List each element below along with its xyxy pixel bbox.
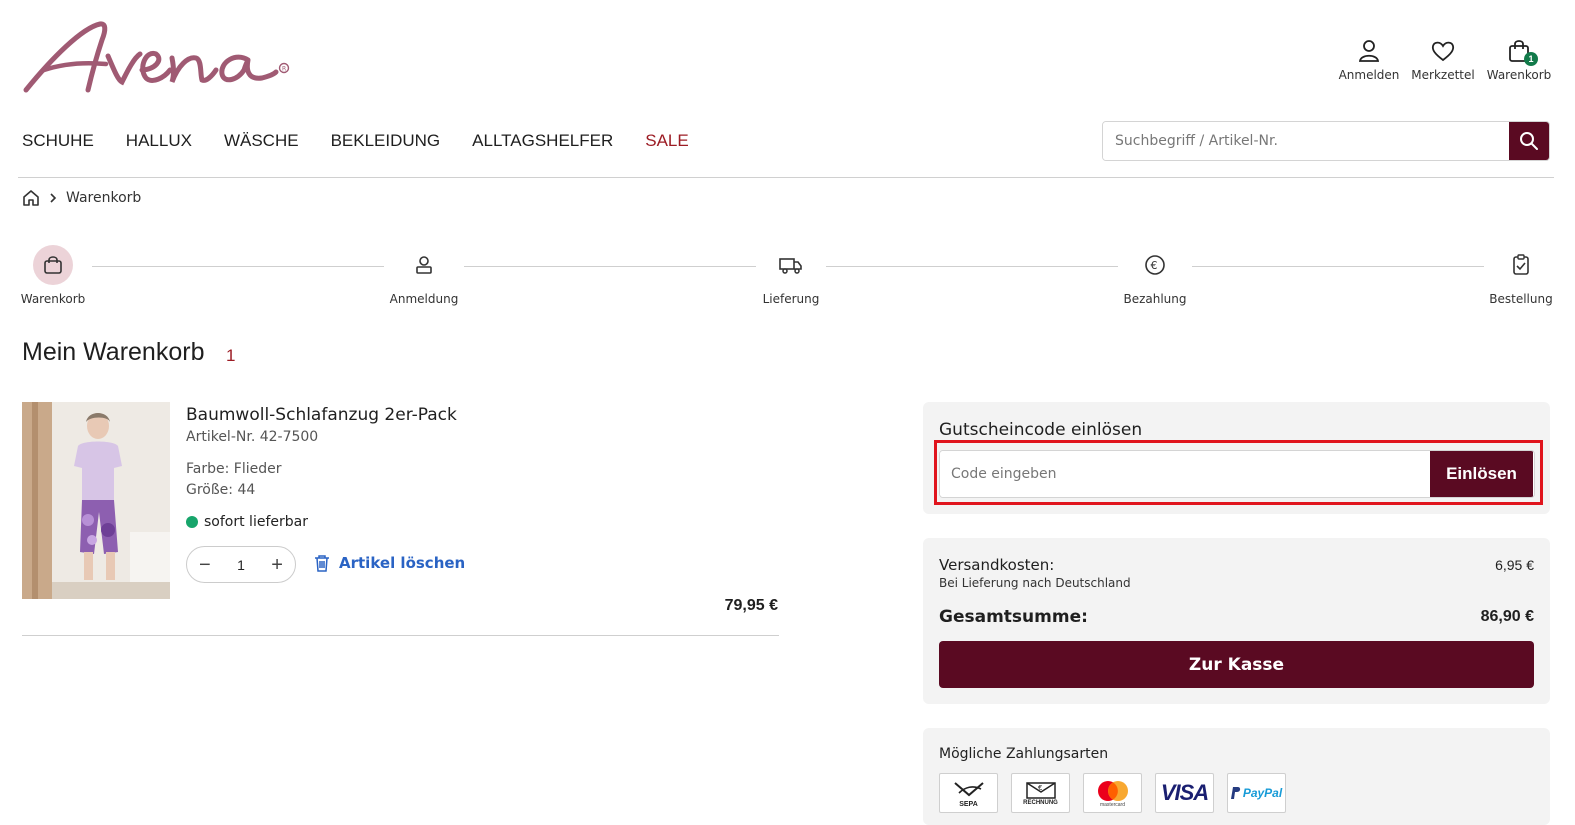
- quantity-value[interactable]: 1: [237, 557, 245, 573]
- nav-item-schuhe[interactable]: SCHUHE: [22, 131, 94, 151]
- cart-link[interactable]: 1 Warenkorb: [1483, 38, 1555, 82]
- mastercard-logo: mastercard: [1083, 773, 1142, 813]
- visa-label: VISA: [1160, 780, 1209, 805]
- payment-methods-list: SEPA € RECHNUNG mastercard VISA PayPal: [939, 773, 1286, 813]
- svg-text:€: €: [1151, 259, 1158, 272]
- increase-quantity-button[interactable]: +: [271, 555, 283, 575]
- page-title: Mein Warenkorb: [22, 338, 205, 366]
- payment-methods-title: Mögliche Zahlungsarten: [939, 746, 1109, 762]
- availability-dot-icon: [186, 516, 198, 528]
- shipping-label: Versandkosten:: [939, 556, 1055, 574]
- wishlist-label: Merkzettel: [1411, 68, 1475, 82]
- wishlist-link[interactable]: Merkzettel: [1407, 38, 1479, 82]
- highlight-box: [934, 440, 1543, 505]
- paypal-logo: PayPal: [1227, 773, 1286, 813]
- coupon-title: Gutscheincode einlösen: [939, 420, 1143, 440]
- progress-line: [464, 266, 756, 267]
- step-anmeldung: Anmeldung: [384, 245, 464, 306]
- chevron-right-icon: [50, 193, 57, 203]
- checkout-button[interactable]: Zur Kasse: [939, 641, 1534, 688]
- search-button[interactable]: [1509, 122, 1549, 160]
- sepa-logo: SEPA: [939, 773, 998, 813]
- sepa-icon: [953, 781, 984, 796]
- clipboard-check-icon: [1513, 254, 1529, 275]
- product-color: Farbe: Flieder: [186, 461, 282, 477]
- step-bestellung: Bestellung: [1481, 245, 1561, 306]
- product-divider: [22, 635, 779, 636]
- euro-icon: €: [1145, 255, 1165, 275]
- product-name[interactable]: Baumwoll-Schlafanzug 2er-Pack: [186, 405, 457, 425]
- breadcrumb: Warenkorb: [22, 189, 141, 207]
- heart-icon: [1431, 41, 1455, 62]
- search-input[interactable]: [1103, 122, 1509, 160]
- invoice-logo: € RECHNUNG: [1011, 773, 1070, 813]
- decrease-quantity-button[interactable]: −: [199, 555, 211, 575]
- paypal-icon: [1230, 787, 1240, 799]
- user-login-icon: [416, 256, 432, 274]
- product-image[interactable]: [22, 402, 170, 599]
- step-label: Bezahlung: [1123, 292, 1187, 306]
- step-label: Bestellung: [1489, 292, 1553, 306]
- trash-icon: [315, 555, 329, 572]
- step-bezahlung: € Bezahlung: [1115, 245, 1195, 306]
- product-article-number: Artikel-Nr. 42-7500: [186, 429, 319, 445]
- quantity-stepper: − 1 +: [186, 546, 296, 583]
- shipping-note: Bei Lieferung nach Deutschland: [939, 576, 1131, 590]
- step-lieferung: Lieferung: [751, 245, 831, 306]
- product-size: Größe: 44: [186, 482, 256, 498]
- paypal-label: PayPal: [1242, 786, 1283, 800]
- total-label: Gesamtsumme:: [939, 607, 1088, 627]
- envelope-euro-icon: €: [1025, 782, 1056, 799]
- nav-item-alltagshelfer[interactable]: ALLTAGSHELFER: [472, 131, 613, 151]
- nav-item-waesche[interactable]: WÄSCHE: [224, 131, 299, 151]
- shipping-value: 6,95 €: [1495, 557, 1534, 573]
- search-icon: [1520, 132, 1538, 150]
- user-icon: [1358, 40, 1380, 62]
- cart-item-count: 1: [226, 346, 236, 365]
- cart-label: Warenkorb: [1486, 68, 1552, 82]
- delete-item-button[interactable]: Artikel löschen: [313, 554, 465, 572]
- login-label: Anmelden: [1338, 68, 1400, 82]
- avena-logo[interactable]: R: [22, 18, 302, 98]
- truck-icon: [779, 258, 802, 274]
- step-label: Anmeldung: [389, 292, 459, 306]
- progress-line: [826, 266, 1118, 267]
- progress-line: [1192, 266, 1484, 267]
- search-bar: [1102, 121, 1550, 161]
- visa-logo: VISA: [1155, 773, 1214, 813]
- main-nav: SCHUHE HALLUX WÄSCHE BEKLEIDUNG ALLTAGSH…: [22, 131, 689, 151]
- invoice-label: RECHNUNG: [1023, 800, 1058, 806]
- nav-item-sale[interactable]: SALE: [645, 131, 688, 151]
- sepa-label: SEPA: [959, 800, 978, 808]
- nav-item-bekleidung[interactable]: BEKLEIDUNG: [331, 131, 441, 151]
- avena-logo-icon: R: [23, 21, 290, 93]
- header-divider: [18, 177, 1554, 178]
- product-photo: [22, 402, 170, 599]
- product-price: 79,95 €: [724, 597, 778, 614]
- cart-count-badge: 1: [1524, 52, 1538, 66]
- shopping-bag-icon: [44, 256, 62, 274]
- nav-item-hallux[interactable]: HALLUX: [126, 131, 192, 151]
- step-warenkorb: Warenkorb: [13, 245, 93, 306]
- availability-text: sofort lieferbar: [204, 514, 308, 530]
- step-label: Lieferung: [762, 292, 820, 306]
- svg-text:€: €: [1038, 784, 1042, 792]
- delete-item-label: Artikel löschen: [339, 554, 466, 572]
- home-icon[interactable]: [22, 189, 40, 207]
- total-value: 86,90 €: [1480, 608, 1534, 625]
- breadcrumb-current: Warenkorb: [66, 190, 142, 206]
- login-link[interactable]: Anmelden: [1333, 38, 1405, 82]
- mastercard-label: mastercard: [1099, 801, 1125, 808]
- step-label: Warenkorb: [20, 292, 86, 306]
- availability-status: sofort lieferbar: [186, 514, 308, 530]
- svg-text:R: R: [282, 66, 286, 73]
- progress-line: [92, 266, 384, 267]
